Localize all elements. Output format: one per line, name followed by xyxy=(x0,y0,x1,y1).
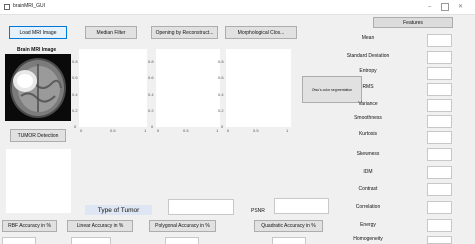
y-tick: 0.8 xyxy=(148,59,154,64)
type-of-tumor-label: Type of Tumor xyxy=(85,205,152,215)
y-tick: 0.4 xyxy=(72,92,78,97)
close-icon[interactable]: ✕ xyxy=(458,3,463,11)
feature-label-contrast: Contrast xyxy=(358,186,378,192)
feature-label-smoothness: Smoothness xyxy=(354,115,382,121)
plot-axes-1 xyxy=(79,49,147,127)
y-tick: 0.2 xyxy=(218,108,224,113)
polygonal-accuracy-button[interactable]: Polygonal Accuracy in % xyxy=(149,220,216,232)
feature-label-idm: IDM xyxy=(363,169,373,175)
x-tick: 1 xyxy=(216,128,219,133)
y-tick: 0.2 xyxy=(148,108,154,113)
feature-field-mean[interactable] xyxy=(427,34,452,47)
x-tick: 1 xyxy=(286,128,289,133)
y-tick: 0.8 xyxy=(72,59,78,64)
window-title: brainMRI_GUI xyxy=(13,3,45,9)
rbf-accuracy-button[interactable]: RBF Accuracy in % xyxy=(2,220,57,232)
feature-label-rms: RMS xyxy=(362,84,374,90)
polygonal-accuracy-field[interactable] xyxy=(165,237,199,244)
feature-label-skewness: Skewness xyxy=(356,151,380,157)
feature-field-kurtosis[interactable] xyxy=(427,131,452,144)
feature-field-skewness[interactable] xyxy=(427,148,452,161)
feature-label-entropy: Entropy xyxy=(359,68,377,74)
rbf-accuracy-field[interactable] xyxy=(2,237,36,244)
y-tick: 0.2 xyxy=(72,108,78,113)
feature-label-standard-deviation: Standard Deviation xyxy=(346,53,390,59)
type-of-tumor-field[interactable] xyxy=(168,199,234,215)
feature-label-homogeneity: Homogeneity xyxy=(353,236,383,242)
feature-field-energy[interactable] xyxy=(427,219,452,232)
x-tick: 1 xyxy=(144,128,147,133)
brain-mri-image xyxy=(5,54,71,121)
app-icon xyxy=(4,4,10,10)
median-filter-button[interactable]: Median Filter xyxy=(85,26,137,39)
y-tick: 0.4 xyxy=(148,92,154,97)
y-tick: 0.4 xyxy=(218,92,224,97)
plot-axes-2 xyxy=(156,49,220,127)
x-tick: 0.5 xyxy=(183,128,189,133)
x-tick: 0 xyxy=(80,128,83,133)
linear-accuracy-button[interactable]: Linear Accuracy in % xyxy=(67,220,133,232)
y-tick: 0 xyxy=(74,124,77,129)
feature-label-kurtosis: Kurtosis xyxy=(358,131,378,137)
feature-field-entropy[interactable] xyxy=(427,67,452,80)
y-tick: 0.8 xyxy=(218,59,224,64)
feature-field-homogeneity[interactable] xyxy=(427,236,452,244)
linear-accuracy-field[interactable] xyxy=(71,237,111,244)
feature-label-mean: Mean xyxy=(361,35,375,41)
plot-axes-3 xyxy=(226,49,291,127)
feature-label-correlation: Correlation xyxy=(355,204,381,210)
x-tick: 0 xyxy=(157,128,160,133)
minimize-icon[interactable]: – xyxy=(428,3,431,11)
feature-label-energy: Energy xyxy=(360,222,376,228)
x-tick: 0.5 xyxy=(253,128,259,133)
psnr-field[interactable] xyxy=(274,198,329,214)
x-tick: 0.5 xyxy=(110,128,116,133)
brain-mri-label: Brain MRI Image xyxy=(17,47,57,53)
tumor-detection-button[interactable]: TUMOR Detection xyxy=(10,129,66,142)
feature-field-variance[interactable] xyxy=(427,99,452,112)
tumor-output-axes xyxy=(6,149,71,213)
y-tick: 0 xyxy=(151,124,154,129)
title-bar: brainMRI_GUI – ✕ xyxy=(0,0,475,15)
feature-field-rms[interactable] xyxy=(427,83,452,96)
features-header: Features xyxy=(373,17,453,28)
y-tick: 0.6 xyxy=(218,75,224,80)
load-mri-button[interactable]: Load MRI Image xyxy=(9,26,67,39)
y-tick: 0.6 xyxy=(72,75,78,80)
feature-field-contrast[interactable] xyxy=(427,183,452,196)
feature-field-correlation[interactable] xyxy=(427,201,452,214)
maximize-icon[interactable] xyxy=(441,3,449,11)
quadratic-accuracy-button[interactable]: Quadratic Accuracy in % xyxy=(254,220,323,232)
x-tick: 0 xyxy=(227,128,230,133)
psnr-label: PSNR xyxy=(251,208,265,214)
feature-field-idm[interactable] xyxy=(427,166,452,179)
feature-field-standard-deviation[interactable] xyxy=(427,51,452,64)
brain-scan-graphic xyxy=(10,58,66,118)
y-tick: 0.6 xyxy=(148,75,154,80)
opening-by-reconstruction-button[interactable]: Opening by Reconstruct... xyxy=(151,26,218,39)
quadratic-accuracy-field[interactable] xyxy=(272,237,306,244)
feature-field-smoothness[interactable] xyxy=(427,115,452,128)
feature-label-variance: Variance xyxy=(358,101,378,107)
morphological-closing-button[interactable]: Morphological Clos... xyxy=(225,26,297,39)
y-tick: 0 xyxy=(221,124,224,129)
